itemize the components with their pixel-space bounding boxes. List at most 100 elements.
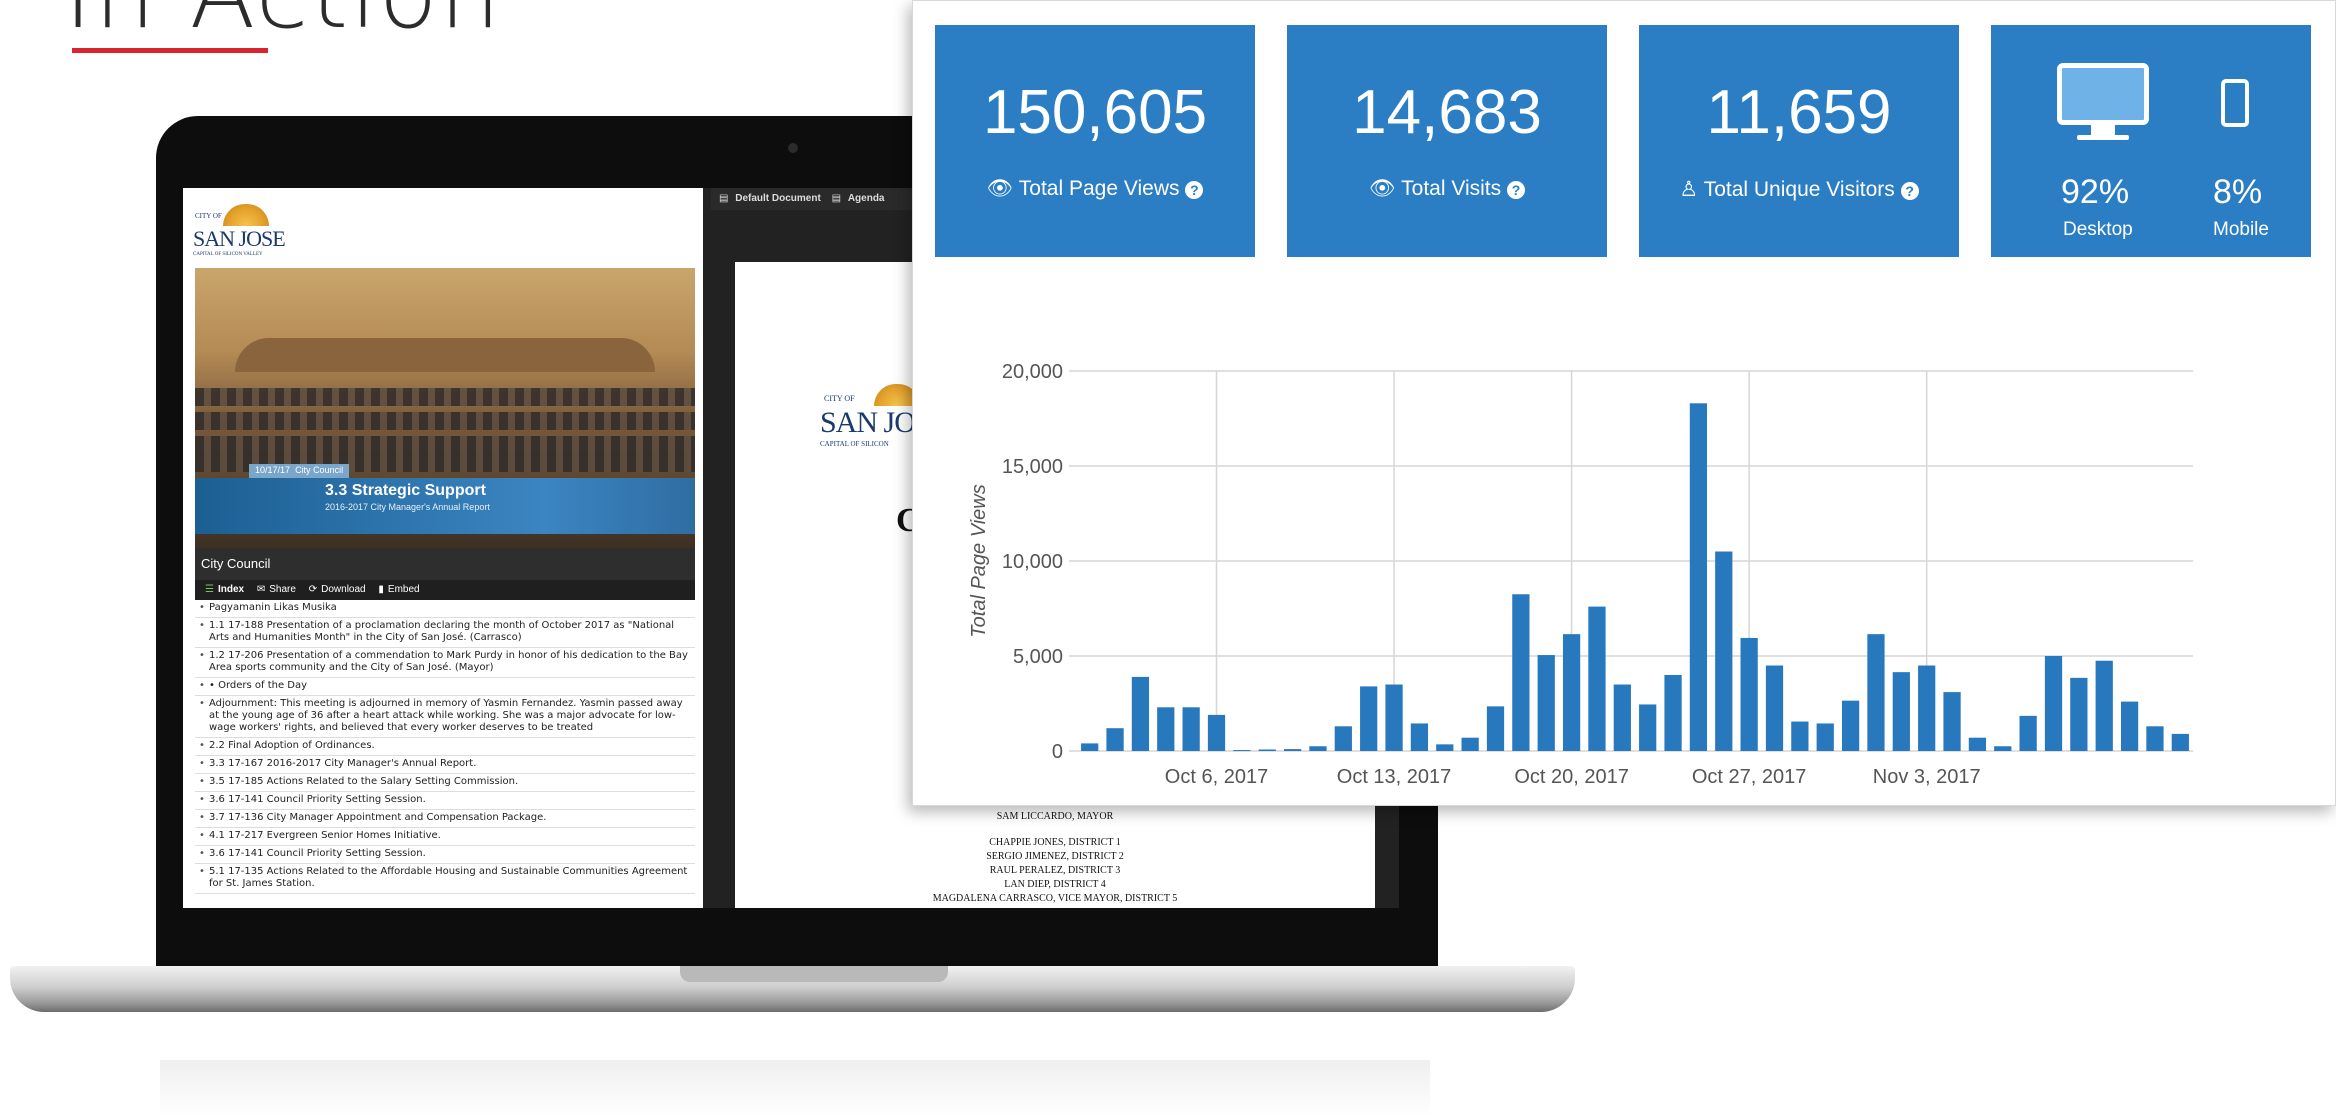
agenda-index-list: Pagyamanin Likas Musika 1.1 17-188 Prese… — [195, 600, 695, 908]
chart-bar — [1994, 746, 2012, 751]
chart-bar — [1283, 749, 1302, 751]
chart-bar — [1461, 737, 1479, 751]
video-subtitle: 2016-2017 City Manager's Annual Report — [325, 502, 490, 512]
chart-bar — [1791, 721, 1809, 751]
document-icon: ▤ — [719, 193, 729, 204]
chart-bar — [1537, 655, 1555, 751]
tab-index[interactable]: Index — [218, 584, 244, 595]
help-icon[interactable]: ? — [1185, 181, 1204, 199]
chart-bar — [2095, 660, 2113, 751]
council-member: SAM LICCARDO, MAYOR — [996, 811, 1114, 822]
y-tick-label: 5,000 — [1013, 646, 1063, 668]
player-tabs: ☰ Index ✉ Share ⟳ Download ▮ Embed — [195, 580, 695, 600]
chart-bar — [1207, 714, 1226, 751]
slide-title: In Action — [64, 0, 502, 50]
tab-embed[interactable]: Embed — [388, 584, 420, 595]
stat-card-unique-visitors: 11,659 ♙ Total Unique Visitors ? — [1639, 25, 1959, 257]
tab-download[interactable]: Download — [321, 584, 365, 595]
laptop-notch — [680, 966, 948, 982]
y-tick-label: 20,000 — [1002, 361, 1063, 383]
video-frame[interactable]: 10/17/17 City Council 3.3 Strategic Supp… — [195, 268, 695, 548]
y-axis-title: Total Page Views — [968, 484, 990, 637]
laptop-reflection — [160, 1060, 1430, 1118]
visits-label: 👁 Total Visits ? — [1287, 177, 1607, 201]
agenda-item[interactable]: 4.1 17-217 Evergreen Senior Homes Initia… — [195, 828, 695, 846]
tab-agenda[interactable]: Agenda — [848, 193, 885, 204]
stat-card-page-views: 150,605 👁 Total Page Views ? — [935, 25, 1255, 257]
help-icon[interactable]: ? — [1506, 181, 1525, 199]
help-icon[interactable]: ? — [1900, 182, 1919, 200]
mobile-percent: 8% — [2213, 173, 2263, 211]
chart-bar — [1360, 686, 1378, 751]
video-player-panel: CITY OF SAN JOSE CAPITAL OF SILICON VALL… — [183, 188, 703, 908]
agenda-item[interactable]: 3.5 17-185 Actions Related to the Salary… — [195, 774, 695, 792]
x-tick-label: Oct 27, 2017 — [1692, 766, 1807, 788]
mobile-label: Mobile — [2213, 219, 2269, 240]
agenda-item[interactable]: 3.6 17-141 Council Priority Setting Sess… — [195, 792, 695, 810]
x-tick-label: Oct 6, 2017 — [1165, 766, 1268, 788]
unique-visitors-value: 11,659 — [1706, 78, 1892, 147]
agenda-item[interactable]: Adjournment: This meeting is adjourned i… — [195, 696, 695, 738]
logo-tagline: CAPITAL OF SILICON VALLEY — [193, 252, 263, 257]
chart-bar — [1892, 672, 1910, 751]
video-title: 3.3 Strategic Support — [325, 482, 486, 499]
audience-row — [195, 436, 695, 454]
council-member-list: SAM LICCARDO, MAYOR CHAPPIE JONES, DISTR… — [735, 810, 1375, 906]
logo-city-of: CITY OF — [195, 212, 222, 220]
page-views-value: 150,605 — [982, 78, 1208, 147]
agenda-item[interactable]: • Orders of the Day — [195, 678, 695, 696]
logo-name: SAN JOSE — [193, 226, 286, 251]
chart-bar — [1081, 743, 1099, 751]
agenda-item[interactable]: 1.2 17-206 Presentation of a commendatio… — [195, 648, 695, 678]
tab-share[interactable]: Share — [269, 584, 296, 595]
chart-bar — [1258, 749, 1276, 751]
agenda-item[interactable]: 3.6 17-141 Council Priority Setting Sess… — [195, 846, 695, 864]
desktop-percent: 92% — [2061, 173, 2130, 211]
list-icon: ☰ — [205, 584, 214, 595]
analytics-dashboard: 150,605 👁 Total Page Views ? 14,683 👁 To… — [912, 0, 2336, 806]
chart-bar — [1436, 744, 1454, 751]
stat-card-visits: 14,683 👁 Total Visits ? — [1287, 25, 1607, 257]
chart-bar — [1512, 594, 1530, 751]
chart-bar — [1588, 606, 1606, 751]
camera-icon — [788, 143, 798, 153]
chart-bar — [1841, 700, 1860, 751]
chart-bar — [1639, 704, 1657, 751]
y-tick-label: 10,000 — [1002, 551, 1063, 573]
chart-bar — [1968, 737, 1987, 751]
share-icon: ✉ — [256, 584, 266, 595]
chart-bar — [2019, 715, 2037, 751]
meeting-title: City Council — [195, 548, 695, 580]
document-icon: ▤ — [831, 193, 842, 204]
council-member — [735, 824, 1375, 836]
chart-bar — [1309, 746, 1327, 751]
desktop-foot — [2077, 135, 2129, 140]
tab-default-document[interactable]: Default Document — [735, 193, 821, 204]
agenda-item[interactable]: 3.7 17-136 City Manager Appointment and … — [195, 810, 695, 828]
council-member: SERGIO JIMENEZ, DISTRICT 2 — [986, 851, 1124, 862]
chart-bar — [2146, 726, 2164, 751]
council-member: LAN DIEP, DISTRICT 4 — [1004, 879, 1106, 890]
chart-bar — [1182, 707, 1200, 751]
chart-bar — [1943, 692, 1961, 751]
chart-bar — [2070, 677, 2088, 751]
x-tick-label: Oct 20, 2017 — [1514, 766, 1629, 788]
agenda-item[interactable]: 3.3 17-167 2016-2017 City Manager's Annu… — [195, 756, 695, 774]
agenda-item[interactable]: 2.2 Final Adoption of Ordinances. — [195, 738, 695, 756]
stat-card-devices: 92% Desktop 8% Mobile — [1991, 25, 2311, 257]
agenda-item[interactable]: 5.1 17-135 Actions Related to the Afford… — [195, 864, 695, 894]
doc-logo-name: SAN JO — [820, 406, 916, 439]
chart-bar — [1740, 637, 1758, 751]
y-tick-label: 0 — [1052, 741, 1063, 763]
chart-bar — [1689, 403, 1708, 751]
mobile-icon — [2221, 79, 2249, 127]
eye-icon: 👁 — [1369, 177, 1396, 200]
desktop-label: Desktop — [2063, 219, 2133, 240]
agenda-item[interactable]: Pagyamanin Likas Musika — [195, 600, 695, 618]
audience-row — [195, 412, 695, 430]
doc-logo-city-of: CITY OF — [824, 394, 855, 403]
page-views-chart: 0 5,000 10,000 15,000 20,000 Oct 6, 2017 Oct 1… — [968, 361, 2193, 788]
agenda-item[interactable]: 1.1 17-188 Presentation of a proclamatio… — [195, 618, 695, 648]
chart-bar — [1385, 684, 1403, 751]
chart-bar — [1664, 675, 1682, 751]
